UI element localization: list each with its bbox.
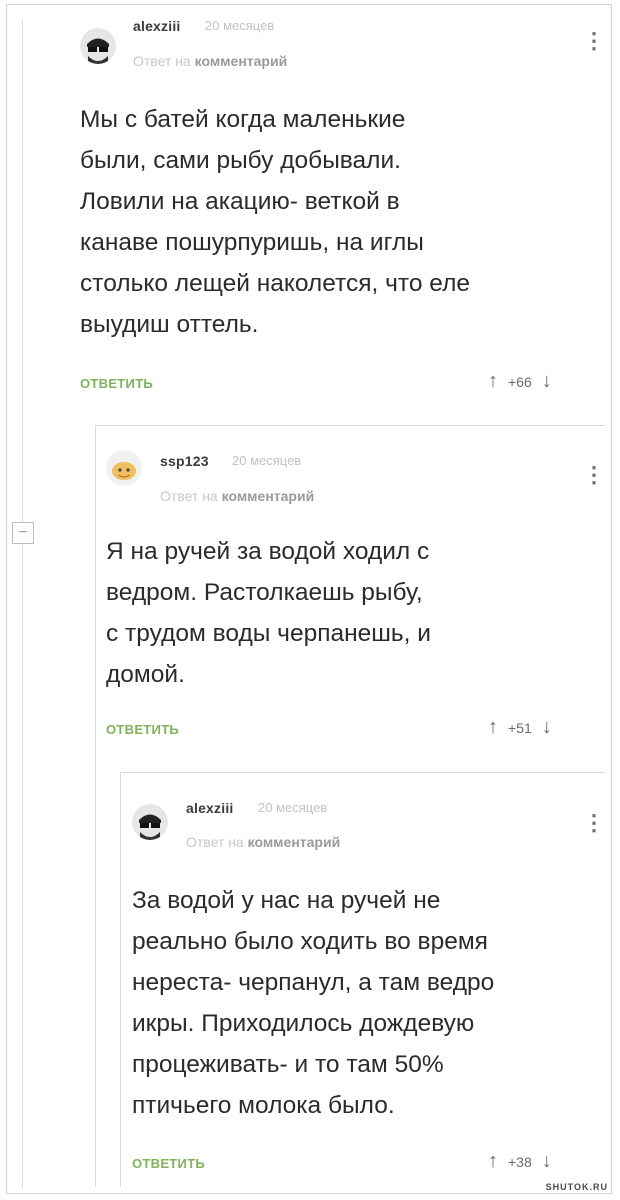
reply-button[interactable]: ОТВЕТИТЬ [132, 1156, 205, 1171]
comment-text: За водой у нас на ручей не реально было … [132, 887, 495, 1119]
reply-to-line: Ответ на комментарий [186, 834, 340, 850]
vote-score: +38 [508, 1153, 532, 1170]
reply-to-prefix: Ответ на [186, 834, 244, 850]
comment-username[interactable]: alexziii [186, 800, 234, 816]
vote-widget: ↑ +38 ↓ [488, 1150, 552, 1173]
comment-time: 20 месяцев [258, 800, 328, 815]
reply-to-link[interactable]: комментарий [248, 834, 341, 850]
site-watermark: SHUTOK.RU [545, 1182, 608, 1192]
comment-menu-icon[interactable]: ⋮ [583, 812, 605, 834]
avatar-image [132, 804, 168, 840]
downvote-arrow-icon[interactable]: ↓ [542, 1150, 552, 1173]
upvote-arrow-icon[interactable]: ↑ [488, 1150, 498, 1173]
user-avatar[interactable] [132, 804, 168, 840]
comment-3: alexziii 20 месяцев Ответ на комментарий… [0, 0, 620, 1200]
